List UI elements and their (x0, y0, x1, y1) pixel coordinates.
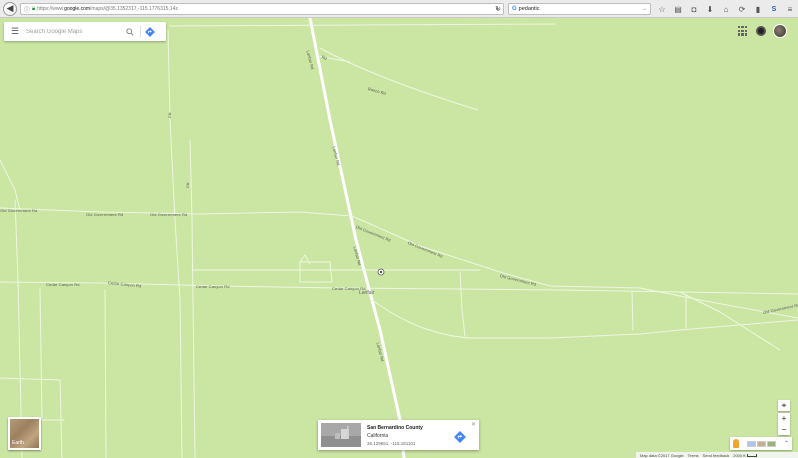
apps-grid-icon[interactable] (738, 26, 748, 36)
imagery-thumb-2[interactable] (757, 440, 766, 447)
location-thumbnail[interactable] (321, 423, 361, 447)
map-canvas[interactable]: Old Government Rd Old Government Rd Old … (0, 18, 798, 458)
send-feedback-link[interactable]: Send feedback (703, 453, 730, 458)
earth-label: Earth (12, 440, 24, 446)
road-label-old-gov-mid: Old Government Rd (86, 212, 124, 217)
reading-list-icon[interactable]: ▤ (671, 3, 685, 15)
earth-view-toggle[interactable]: Earth (8, 417, 41, 450)
search-icon[interactable] (122, 22, 138, 41)
menu-icon[interactable]: ≡ (783, 3, 797, 15)
url-text: https://www.google.com/maps/@35.1352317,… (37, 6, 178, 12)
browser-search-field[interactable]: G pedantic → (508, 3, 651, 15)
road-vertical-left (167, 29, 183, 458)
road-v-40 (39, 287, 43, 421)
road-ranch (319, 47, 479, 111)
download-icon[interactable]: ⬇ (703, 3, 717, 15)
search-go-icon[interactable]: → (641, 6, 647, 12)
map-data-attribution: Map data ©2017 Google (640, 452, 684, 458)
location-pin-icon (377, 268, 385, 276)
map-footer: Map data ©2017 Google Terms Send feedbac… (636, 452, 798, 458)
road-v-460 (459, 271, 466, 337)
info-card-directions-icon[interactable] (454, 430, 466, 443)
imagery-thumb-3[interactable] (767, 440, 776, 447)
maps-search-box: ☰ (4, 22, 166, 41)
place-label[interactable]: Lanfair (359, 290, 374, 296)
road-diag-se (679, 291, 781, 351)
road-label-old-gov-mid2: Old Government Rd (150, 212, 188, 217)
road-label-cedar-mid2: Cedar Canyon Rd (196, 284, 230, 289)
street-view-image (321, 423, 361, 447)
compass-icon[interactable]: ⌖ (778, 400, 790, 411)
pocket-icon[interactable]: ◘ (687, 3, 701, 15)
road-v-105 (104, 289, 107, 458)
road-label-vertical-left: Rd (167, 112, 173, 118)
reload-icon[interactable]: ↻ (492, 3, 504, 15)
sync-icon[interactable]: ⟳ (735, 3, 749, 15)
imagery-panel: ⌃ (730, 437, 792, 450)
road-v-632 (631, 291, 634, 331)
directions-icon[interactable] (141, 22, 159, 41)
road-grid-3 (299, 254, 311, 265)
terms-link[interactable]: Terms (688, 453, 699, 458)
scale-bar (747, 453, 758, 457)
map-roads (0, 18, 798, 458)
zoom-in-button[interactable]: + (778, 413, 790, 424)
road-old-gov-diag (351, 215, 551, 287)
road-grid-2 (299, 261, 333, 283)
home-icon[interactable]: ⌂ (719, 3, 733, 15)
info-card-coordinates[interactable]: 35.129651, -115.181101 (367, 441, 415, 446)
url-bar[interactable]: ⓘ 🔒︎ https://www.google.com/maps/@35.135… (20, 3, 504, 15)
close-icon[interactable]: ✕ (471, 421, 476, 428)
notifications-icon[interactable] (756, 26, 766, 36)
browser-toolbar: ◀ ⓘ 🔒︎ https://www.google.com/maps/@35.1… (0, 0, 798, 18)
road-top-horizontal (169, 23, 556, 27)
toolbar-icons: ☆ ▤ ◘ ⬇ ⌂ ⟳ ▮ S ≡ (655, 3, 798, 15)
scale-label[interactable]: 2000 ft (733, 453, 745, 458)
browser-search-value: pedantic (518, 6, 540, 12)
back-button[interactable]: ◀ (3, 1, 17, 16)
road-west-curve (0, 159, 21, 211)
info-card-subtitle: California (367, 433, 389, 439)
extension-icon[interactable]: ▮ (751, 3, 765, 15)
chevron-up-icon[interactable]: ⌃ (784, 440, 789, 447)
back-arrow-icon: ◀ (6, 3, 14, 13)
road-label-cedar-left: Cedar Canyon Rd (46, 282, 80, 287)
star-icon[interactable]: ☆ (655, 3, 669, 15)
hamburger-menu-icon[interactable]: ☰ (4, 22, 26, 41)
lock-icon: 🔒︎ (32, 5, 36, 12)
avatar[interactable] (773, 24, 787, 38)
maps-search-input[interactable] (26, 28, 118, 35)
road-label-old-gov-left: Old Government Rd (0, 208, 38, 213)
s-extension-icon[interactable]: S (767, 3, 781, 15)
road-grid-4 (371, 299, 798, 339)
pegman-icon[interactable] (733, 439, 739, 448)
info-card-title: San Bernardino County (367, 425, 423, 431)
road-vertical-center (189, 139, 196, 458)
zoom-out-button[interactable]: − (778, 424, 790, 435)
info-icon[interactable]: ⓘ (24, 5, 30, 14)
google-search-icon: G (512, 6, 517, 12)
imagery-thumb-1[interactable] (747, 440, 756, 447)
road-label-vertical-center: Rd (185, 182, 191, 188)
